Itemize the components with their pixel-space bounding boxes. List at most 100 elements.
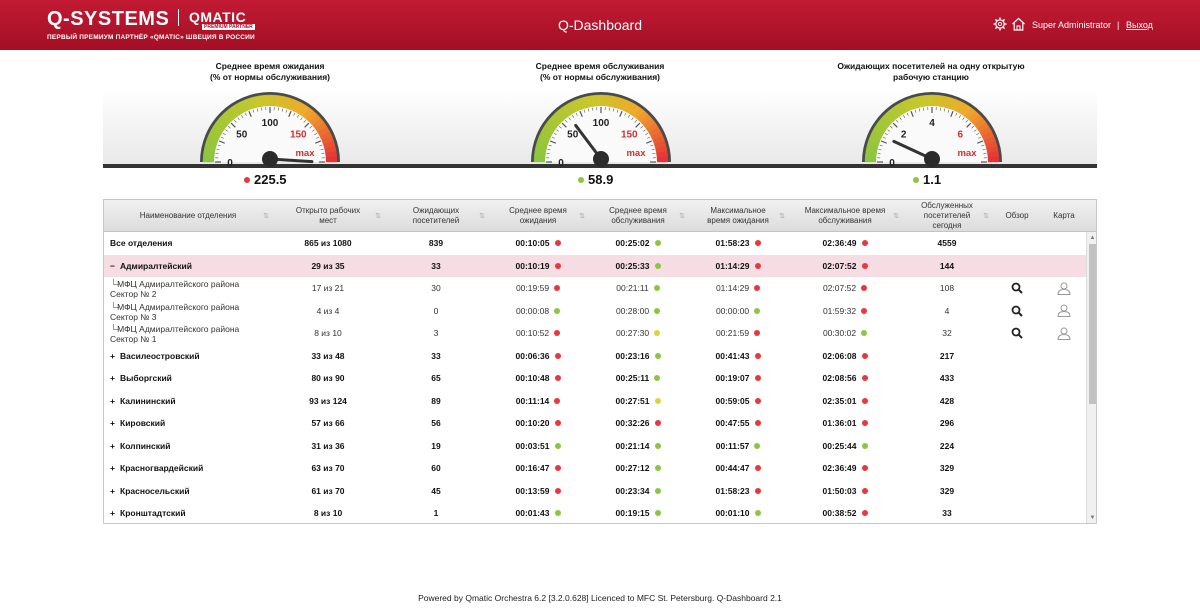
table-cell: 00:21:11	[588, 277, 688, 300]
gauge-tick-label: 0	[889, 158, 895, 168]
column-header[interactable]: Обслуженных посетителей сегодня ⇅	[902, 200, 992, 232]
table-row[interactable]: − Адмиралтейский 29 из 35 33 00:10:19 00:25:3…	[104, 254, 1086, 278]
status-dot	[654, 330, 661, 337]
expand-icon[interactable]: +	[110, 373, 120, 383]
table-cell: 433	[939, 373, 955, 384]
table-row[interactable]: + Красносельский 61 из 70 45 00:13:59 00:23:3…	[104, 480, 1086, 503]
table-cell: 00:11:14	[488, 390, 588, 413]
table-row[interactable]: МФЦ Адмиралтейского района Сектор № 2 17 …	[104, 277, 1086, 300]
sort-icon[interactable]: ⇅	[983, 212, 989, 222]
status-dot	[754, 285, 761, 292]
expand-icon[interactable]: +	[110, 418, 120, 428]
table-row[interactable]: МФЦ Адмиралтейского района Сектор № 1 8 и…	[104, 322, 1086, 345]
scroll-thumb[interactable]	[1089, 244, 1096, 404]
table-cell: 00:01:43	[488, 502, 588, 523]
expand-icon[interactable]: +	[110, 351, 120, 361]
sort-icon[interactable]: ⇅	[679, 212, 685, 222]
logout-link[interactable]: Выход	[1126, 20, 1153, 30]
gauge-value-avg-service: 58.9	[578, 172, 613, 187]
status-dot	[554, 285, 561, 292]
gear-icon[interactable]	[993, 17, 1007, 31]
sort-icon[interactable]: ⇅	[579, 212, 585, 222]
table-scrollbar[interactable]: ▲ ▼	[1086, 232, 1096, 523]
table-row[interactable]: + Красногвардейский 63 из 70 60 00:16:47 00:2…	[104, 457, 1086, 480]
expand-icon[interactable]: +	[110, 396, 120, 406]
status-dot	[754, 307, 761, 314]
scroll-down-arrow-icon[interactable]: ▼	[1089, 514, 1096, 522]
table-cell: 02:35:01	[788, 390, 902, 413]
expand-icon[interactable]: +	[110, 486, 120, 496]
column-header[interactable]: Ожидающих посетителей ⇅	[384, 200, 488, 232]
table-cell: 56	[431, 418, 441, 429]
sort-icon[interactable]: ⇅	[263, 212, 269, 222]
gauge-max-label: max	[957, 148, 977, 159]
column-header[interactable]: Среднее время ожидания ⇅	[488, 200, 588, 232]
status-dot	[554, 487, 561, 494]
status-dot	[654, 397, 661, 404]
table-cell: 01:58:23	[688, 480, 788, 503]
branch-name: + Колпинский	[110, 440, 171, 451]
column-header[interactable]: Среднее время обслуживания ⇅	[588, 200, 688, 232]
search-icon[interactable]	[992, 322, 1042, 345]
gauge-arc-segment	[656, 156, 669, 163]
table-cell: 4 из 4	[316, 305, 340, 316]
table-cell: 00:11:57	[688, 435, 788, 458]
table-cell: 144	[939, 260, 955, 271]
table-cell: 33	[431, 260, 441, 271]
map-user-icon[interactable]	[1042, 322, 1086, 345]
column-header-label: Обслуженных посетителей сегодня	[921, 201, 973, 230]
table-row[interactable]: + Выборгский 80 из 90 65 00:10:48 00:25:11 00:…	[104, 367, 1086, 390]
column-header[interactable]: Максимальное время обслуживания ⇅	[788, 200, 902, 232]
status-dot	[653, 285, 660, 292]
search-icon[interactable]	[992, 300, 1042, 323]
table-row[interactable]: МФЦ Адмиралтейского района Сектор № 3 4 и…	[104, 300, 1086, 323]
expand-icon[interactable]: +	[110, 463, 120, 473]
table-cell: 01:14:29	[688, 255, 788, 278]
table-row[interactable]: + Василеостровский 33 из 48 33 00:06:36 00:23…	[104, 345, 1086, 368]
sort-icon[interactable]: ⇅	[375, 212, 381, 222]
column-header[interactable]: Наименование отделения ⇅	[104, 200, 272, 232]
table-cell: 00:01:10	[688, 502, 788, 523]
sort-icon[interactable]: ⇅	[893, 212, 899, 222]
table-cell: 1	[433, 508, 439, 519]
status-dot	[554, 420, 561, 427]
table-row[interactable]: + Калининский 93 из 124 89 00:11:14 00:27:51 0…	[104, 390, 1086, 413]
table-row[interactable]: Все отделения 865 из 1080 839 00:10:05 00:25…	[104, 232, 1086, 255]
user-name: Super Administrator	[1032, 20, 1112, 30]
status-dot	[654, 442, 661, 449]
column-header[interactable]: Карта	[1042, 200, 1086, 232]
table-cell: 00:21:59	[688, 322, 788, 345]
scroll-up-arrow-icon[interactable]: ▲	[1089, 234, 1096, 242]
collapse-icon[interactable]: −	[110, 261, 120, 271]
table-row[interactable]: + Кировский 57 из 66 56 00:10:20 00:32:26 00:4…	[104, 412, 1086, 435]
table-row[interactable]: + Колпинский 31 из 36 19 00:03:51 00:21:14 00:…	[104, 435, 1086, 458]
table-cell: 17 из 21	[311, 283, 345, 294]
status-dot	[554, 330, 561, 337]
table-cell: 19	[431, 440, 441, 451]
status-dot	[654, 262, 661, 269]
sort-icon[interactable]: ⇅	[779, 212, 785, 222]
status-dot	[654, 240, 661, 247]
expand-icon[interactable]: +	[110, 508, 120, 518]
table-cell: 01:14:29	[688, 277, 788, 300]
table-cell: 00:44:47	[688, 457, 788, 480]
gauge-max-label: max	[626, 148, 646, 159]
table-cell: 02:36:49	[788, 457, 902, 480]
status-dot	[861, 375, 868, 382]
table-row[interactable]: + Кронштадтский 8 из 10 1 00:01:43 00:19:15 00…	[104, 502, 1086, 523]
expand-icon[interactable]: +	[110, 441, 120, 451]
gauge-tick-label: 0	[227, 158, 233, 168]
column-header[interactable]: Открыто рабочих мест ⇅	[272, 200, 384, 232]
home-icon[interactable]	[1011, 17, 1026, 31]
map-user-icon[interactable]	[1042, 300, 1086, 323]
column-header[interactable]: Обзор	[992, 200, 1042, 232]
search-icon[interactable]	[992, 277, 1042, 300]
map-user-icon[interactable]	[1042, 277, 1086, 300]
table-cell: 61 из 70	[311, 485, 345, 496]
status-dot	[861, 330, 868, 337]
footer-text: Powered by Qmatic Orchestra 6.2 [3.2.0.6…	[418, 593, 782, 603]
sort-icon[interactable]: ⇅	[479, 212, 485, 222]
table-cell: 00:19:59	[488, 277, 588, 300]
table-cell: 02:06:08	[788, 345, 902, 368]
column-header[interactable]: Максимальное время ожидания ⇅	[688, 200, 788, 232]
